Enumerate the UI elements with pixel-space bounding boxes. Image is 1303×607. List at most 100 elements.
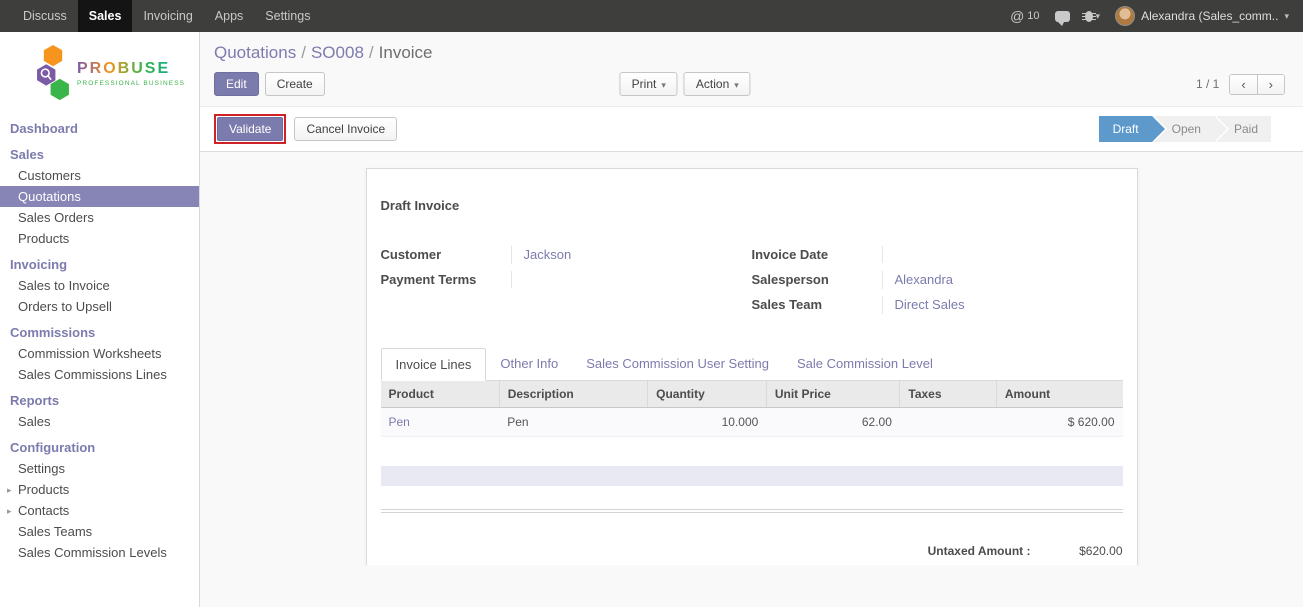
app-menu: Discuss Sales Invoicing Apps Settings (0, 0, 321, 32)
tab-other-info[interactable]: Other Info (486, 348, 572, 381)
control-panel: Quotations/SO008/Invoice Edit Create Pri… (200, 32, 1303, 106)
cancel-invoice-button[interactable]: Cancel Invoice (294, 117, 397, 141)
empty-row-band (381, 466, 1123, 486)
action-button-group: Print ▾ Action ▾ (620, 72, 751, 96)
validate-button[interactable]: Validate (217, 117, 283, 141)
notebook-tabs: Invoice Lines Other Info Sales Commissio… (381, 348, 1123, 381)
sales-team-label: Sales Team (752, 296, 882, 312)
pager-previous-button[interactable]: ‹ (1230, 75, 1256, 94)
activities-menu[interactable]: @ 10 (1010, 8, 1039, 24)
sidebar-item-quotations[interactable]: Quotations (0, 186, 199, 207)
breadcrumb-quotations[interactable]: Quotations (214, 43, 296, 62)
untaxed-amount-label: Untaxed Amount : (853, 544, 1045, 558)
sidebar-item-products-config[interactable]: ▸Products (0, 479, 199, 500)
status-steps: Draft Open Paid (1099, 116, 1271, 142)
untaxed-amount-row: Untaxed Amount : $620.00 (853, 541, 1123, 561)
customer-value-link[interactable]: Jackson (511, 246, 718, 264)
field-groups: Customer Jackson Payment Terms Invoice D… (381, 246, 1123, 316)
status-draft[interactable]: Draft (1099, 116, 1152, 142)
create-button[interactable]: Create (265, 72, 325, 96)
logo-subtitle: PROFESSIONAL BUSINESS (77, 80, 185, 87)
cell-product: Pen (381, 408, 500, 437)
header-amount: Amount (996, 381, 1122, 408)
sales-team-value-link[interactable]: Direct Sales (882, 296, 1089, 314)
sidebar-item-commission-worksheets[interactable]: Commission Worksheets (0, 343, 199, 364)
sidebar-section-invoicing[interactable]: Invoicing (0, 254, 199, 275)
tab-sale-commission-level[interactable]: Sale Commission Level (783, 348, 947, 381)
print-label: Print (632, 77, 657, 91)
sidebar-item-sales-commission-levels[interactable]: Sales Commission Levels (0, 542, 199, 563)
sidebar-item-products[interactable]: Products (0, 228, 199, 249)
invoice-date-label: Invoice Date (752, 246, 882, 262)
pager: 1 / 1 ‹ › (1196, 74, 1285, 95)
invoice-lines-table: Product Description Quantity Unit Price … (381, 381, 1123, 437)
sidebar-item-sales-to-invoice[interactable]: Sales to Invoice (0, 275, 199, 296)
expand-arrow-icon: ▸ (7, 483, 12, 498)
header-description: Description (499, 381, 647, 408)
header-quantity: Quantity (648, 381, 767, 408)
sidebar-item-sales-teams[interactable]: Sales Teams (0, 521, 199, 542)
invoice-state-title: Draft Invoice (381, 198, 1123, 213)
salesperson-label: Salesperson (752, 271, 882, 287)
sidebar-item-settings[interactable]: Settings (0, 458, 199, 479)
caret-down-icon: ▾ (661, 80, 666, 90)
breadcrumb: Quotations/SO008/Invoice (214, 43, 1285, 63)
caret-down-icon: ▾ (734, 80, 739, 90)
field-customer: Customer Jackson (381, 246, 718, 266)
caret-down-icon: ▾ (1096, 11, 1101, 22)
totals-block: Untaxed Amount : $620.00 Tax : $0.00 Tot… (853, 541, 1123, 565)
edit-button[interactable]: Edit (214, 72, 259, 96)
customer-label: Customer (381, 246, 511, 262)
cell-unit-price: 62.00 (766, 408, 900, 437)
tab-invoice-lines[interactable]: Invoice Lines (381, 348, 487, 381)
pager-next-button[interactable]: › (1257, 75, 1284, 94)
cell-description: Pen (499, 408, 647, 437)
expand-arrow-icon: ▸ (7, 504, 12, 519)
action-label: Action (696, 77, 729, 91)
sidebar-section-sales[interactable]: Sales (0, 144, 199, 165)
tab-sales-commission-user-setting[interactable]: Sales Commission User Setting (572, 348, 783, 381)
messages-icon[interactable] (1055, 11, 1070, 22)
field-payment-terms: Payment Terms (381, 271, 718, 291)
invoice-date-value (882, 246, 1089, 263)
sidebar-section-commissions[interactable]: Commissions (0, 322, 199, 343)
sidebar-item-customers[interactable]: Customers (0, 165, 199, 186)
top-navbar: Discuss Sales Invoicing Apps Settings @ … (0, 0, 1303, 32)
at-icon: @ (1010, 8, 1024, 24)
logo-hexagons-icon (36, 44, 70, 102)
field-invoice-date: Invoice Date (752, 246, 1089, 266)
payment-terms-label: Payment Terms (381, 271, 511, 287)
menu-sales[interactable]: Sales (78, 0, 133, 32)
sidebar-item-reports-sales[interactable]: Sales (0, 411, 199, 432)
sidebar-item-label: Contacts (18, 503, 69, 518)
group-separator (381, 509, 1123, 513)
header-taxes: Taxes (900, 381, 996, 408)
breadcrumb-so008[interactable]: SO008 (311, 43, 364, 62)
sidebar-section-reports[interactable]: Reports (0, 390, 199, 411)
field-sales-team: Sales Team Direct Sales (752, 296, 1089, 316)
user-name: Alexandra (Sales_comm.. (1141, 9, 1278, 23)
menu-apps[interactable]: Apps (204, 0, 255, 32)
action-dropdown-button[interactable]: Action ▾ (684, 72, 751, 96)
cell-quantity: 10.000 (648, 408, 767, 437)
user-menu[interactable]: Alexandra (Sales_comm.. ▾ (1115, 6, 1289, 26)
field-group-right: Invoice Date Salesperson Alexandra Sales… (752, 246, 1123, 316)
sidebar-section-configuration[interactable]: Configuration (0, 437, 199, 458)
print-dropdown-button[interactable]: Print ▾ (620, 72, 678, 96)
invoice-sheet: Draft Invoice Customer Jackson Payment T… (366, 168, 1138, 565)
pager-value: 1 / 1 (1196, 77, 1219, 91)
sidebar-item-dashboard[interactable]: Dashboard (0, 118, 199, 139)
sidebar-item-sales-orders[interactable]: Sales Orders (0, 207, 199, 228)
sidebar-item-orders-to-upsell[interactable]: Orders to Upsell (0, 296, 199, 317)
debug-menu[interactable]: ▾ (1085, 11, 1101, 22)
tax-row: Tax : $0.00 (853, 561, 1123, 565)
menu-discuss[interactable]: Discuss (12, 0, 78, 32)
sidebar-nav: Dashboard Sales Customers Quotations Sal… (0, 118, 199, 563)
invoice-line-row[interactable]: Pen Pen 10.000 62.00 $ 620.00 (381, 408, 1123, 437)
salesperson-value-link[interactable]: Alexandra (882, 271, 1089, 289)
payment-terms-value (511, 271, 718, 288)
sidebar-item-contacts[interactable]: ▸ Contacts (0, 500, 199, 521)
menu-settings[interactable]: Settings (254, 0, 321, 32)
sidebar-item-sales-commissions-lines[interactable]: Sales Commissions Lines (0, 364, 199, 385)
menu-invoicing[interactable]: Invoicing (132, 0, 203, 32)
